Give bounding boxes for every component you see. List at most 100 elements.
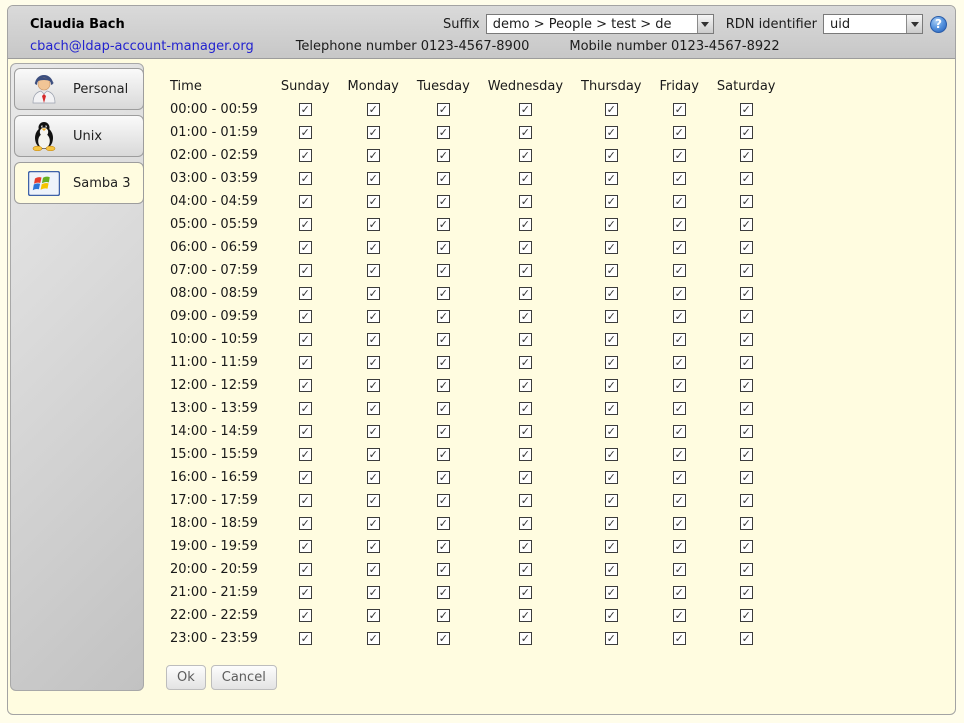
logon-hour-checkbox[interactable]: ✓ [740, 471, 753, 484]
logon-hour-checkbox[interactable]: ✓ [299, 494, 312, 507]
logon-hour-checkbox[interactable]: ✓ [367, 425, 380, 438]
logon-hour-checkbox[interactable]: ✓ [299, 379, 312, 392]
logon-hour-checkbox[interactable]: ✓ [673, 379, 686, 392]
logon-hour-checkbox[interactable]: ✓ [437, 586, 450, 599]
logon-hour-checkbox[interactable]: ✓ [367, 310, 380, 323]
suffix-select[interactable]: demo > People > test > de [486, 14, 714, 34]
logon-hour-checkbox[interactable]: ✓ [299, 172, 312, 185]
logon-hour-checkbox[interactable]: ✓ [519, 333, 532, 346]
logon-hour-checkbox[interactable]: ✓ [519, 402, 532, 415]
logon-hour-checkbox[interactable]: ✓ [740, 195, 753, 208]
logon-hour-checkbox[interactable]: ✓ [605, 172, 618, 185]
logon-hour-checkbox[interactable]: ✓ [673, 103, 686, 116]
logon-hour-checkbox[interactable]: ✓ [367, 241, 380, 254]
logon-hour-checkbox[interactable]: ✓ [605, 471, 618, 484]
logon-hour-checkbox[interactable]: ✓ [519, 264, 532, 277]
logon-hour-checkbox[interactable]: ✓ [605, 356, 618, 369]
logon-hour-checkbox[interactable]: ✓ [673, 241, 686, 254]
logon-hour-checkbox[interactable]: ✓ [740, 540, 753, 553]
logon-hour-checkbox[interactable]: ✓ [519, 609, 532, 622]
logon-hour-checkbox[interactable]: ✓ [367, 402, 380, 415]
logon-hour-checkbox[interactable]: ✓ [605, 218, 618, 231]
logon-hour-checkbox[interactable]: ✓ [367, 218, 380, 231]
logon-hour-checkbox[interactable]: ✓ [519, 356, 532, 369]
logon-hour-checkbox[interactable]: ✓ [673, 356, 686, 369]
tab-personal[interactable]: Personal [14, 68, 144, 110]
logon-hour-checkbox[interactable]: ✓ [605, 563, 618, 576]
logon-hour-checkbox[interactable]: ✓ [367, 471, 380, 484]
logon-hour-checkbox[interactable]: ✓ [367, 379, 380, 392]
logon-hour-checkbox[interactable]: ✓ [299, 609, 312, 622]
logon-hour-checkbox[interactable]: ✓ [519, 195, 532, 208]
logon-hour-checkbox[interactable]: ✓ [437, 195, 450, 208]
logon-hour-checkbox[interactable]: ✓ [299, 448, 312, 461]
logon-hour-checkbox[interactable]: ✓ [299, 632, 312, 645]
logon-hour-checkbox[interactable]: ✓ [299, 126, 312, 139]
logon-hour-checkbox[interactable]: ✓ [299, 241, 312, 254]
logon-hour-checkbox[interactable]: ✓ [605, 241, 618, 254]
logon-hour-checkbox[interactable]: ✓ [673, 609, 686, 622]
logon-hour-checkbox[interactable]: ✓ [673, 287, 686, 300]
logon-hour-checkbox[interactable]: ✓ [740, 379, 753, 392]
logon-hour-checkbox[interactable]: ✓ [605, 195, 618, 208]
logon-hour-checkbox[interactable]: ✓ [367, 103, 380, 116]
logon-hour-checkbox[interactable]: ✓ [605, 264, 618, 277]
account-email-link[interactable]: cbach@ldap-account-manager.org [30, 39, 254, 54]
cancel-button[interactable]: Cancel [211, 665, 277, 690]
logon-hour-checkbox[interactable]: ✓ [437, 632, 450, 645]
logon-hour-checkbox[interactable]: ✓ [519, 517, 532, 530]
logon-hour-checkbox[interactable]: ✓ [605, 310, 618, 323]
logon-hour-checkbox[interactable]: ✓ [673, 149, 686, 162]
logon-hour-checkbox[interactable]: ✓ [673, 195, 686, 208]
logon-hour-checkbox[interactable]: ✓ [367, 356, 380, 369]
logon-hour-checkbox[interactable]: ✓ [299, 103, 312, 116]
logon-hour-checkbox[interactable]: ✓ [437, 241, 450, 254]
logon-hour-checkbox[interactable]: ✓ [367, 264, 380, 277]
logon-hour-checkbox[interactable]: ✓ [437, 517, 450, 530]
logon-hour-checkbox[interactable]: ✓ [437, 471, 450, 484]
logon-hour-checkbox[interactable]: ✓ [299, 356, 312, 369]
logon-hour-checkbox[interactable]: ✓ [740, 563, 753, 576]
tab-unix[interactable]: Unix [14, 115, 144, 157]
logon-hour-checkbox[interactable]: ✓ [740, 241, 753, 254]
logon-hour-checkbox[interactable]: ✓ [519, 287, 532, 300]
logon-hour-checkbox[interactable]: ✓ [673, 517, 686, 530]
logon-hour-checkbox[interactable]: ✓ [605, 540, 618, 553]
logon-hour-checkbox[interactable]: ✓ [299, 471, 312, 484]
logon-hour-checkbox[interactable]: ✓ [519, 172, 532, 185]
logon-hour-checkbox[interactable]: ✓ [673, 494, 686, 507]
logon-hour-checkbox[interactable]: ✓ [673, 586, 686, 599]
logon-hour-checkbox[interactable]: ✓ [367, 126, 380, 139]
logon-hour-checkbox[interactable]: ✓ [673, 563, 686, 576]
logon-hour-checkbox[interactable]: ✓ [437, 310, 450, 323]
logon-hour-checkbox[interactable]: ✓ [605, 632, 618, 645]
logon-hour-checkbox[interactable]: ✓ [437, 172, 450, 185]
logon-hour-checkbox[interactable]: ✓ [437, 379, 450, 392]
logon-hour-checkbox[interactable]: ✓ [740, 632, 753, 645]
logon-hour-checkbox[interactable]: ✓ [673, 172, 686, 185]
logon-hour-checkbox[interactable]: ✓ [673, 471, 686, 484]
logon-hour-checkbox[interactable]: ✓ [519, 494, 532, 507]
help-icon[interactable]: ? [930, 16, 947, 33]
logon-hour-checkbox[interactable]: ✓ [367, 448, 380, 461]
logon-hour-checkbox[interactable]: ✓ [437, 356, 450, 369]
logon-hour-checkbox[interactable]: ✓ [605, 126, 618, 139]
logon-hour-checkbox[interactable]: ✓ [367, 609, 380, 622]
logon-hour-checkbox[interactable]: ✓ [299, 287, 312, 300]
rdn-identifier-select[interactable]: uid [823, 14, 923, 34]
logon-hour-checkbox[interactable]: ✓ [740, 586, 753, 599]
logon-hour-checkbox[interactable]: ✓ [299, 540, 312, 553]
logon-hour-checkbox[interactable]: ✓ [519, 310, 532, 323]
logon-hour-checkbox[interactable]: ✓ [740, 310, 753, 323]
logon-hour-checkbox[interactable]: ✓ [299, 586, 312, 599]
logon-hour-checkbox[interactable]: ✓ [299, 264, 312, 277]
logon-hour-checkbox[interactable]: ✓ [519, 540, 532, 553]
logon-hour-checkbox[interactable]: ✓ [299, 195, 312, 208]
logon-hour-checkbox[interactable]: ✓ [605, 586, 618, 599]
logon-hour-checkbox[interactable]: ✓ [299, 149, 312, 162]
logon-hour-checkbox[interactable]: ✓ [519, 425, 532, 438]
logon-hour-checkbox[interactable]: ✓ [367, 333, 380, 346]
logon-hour-checkbox[interactable]: ✓ [519, 379, 532, 392]
logon-hour-checkbox[interactable]: ✓ [437, 402, 450, 415]
logon-hour-checkbox[interactable]: ✓ [605, 379, 618, 392]
